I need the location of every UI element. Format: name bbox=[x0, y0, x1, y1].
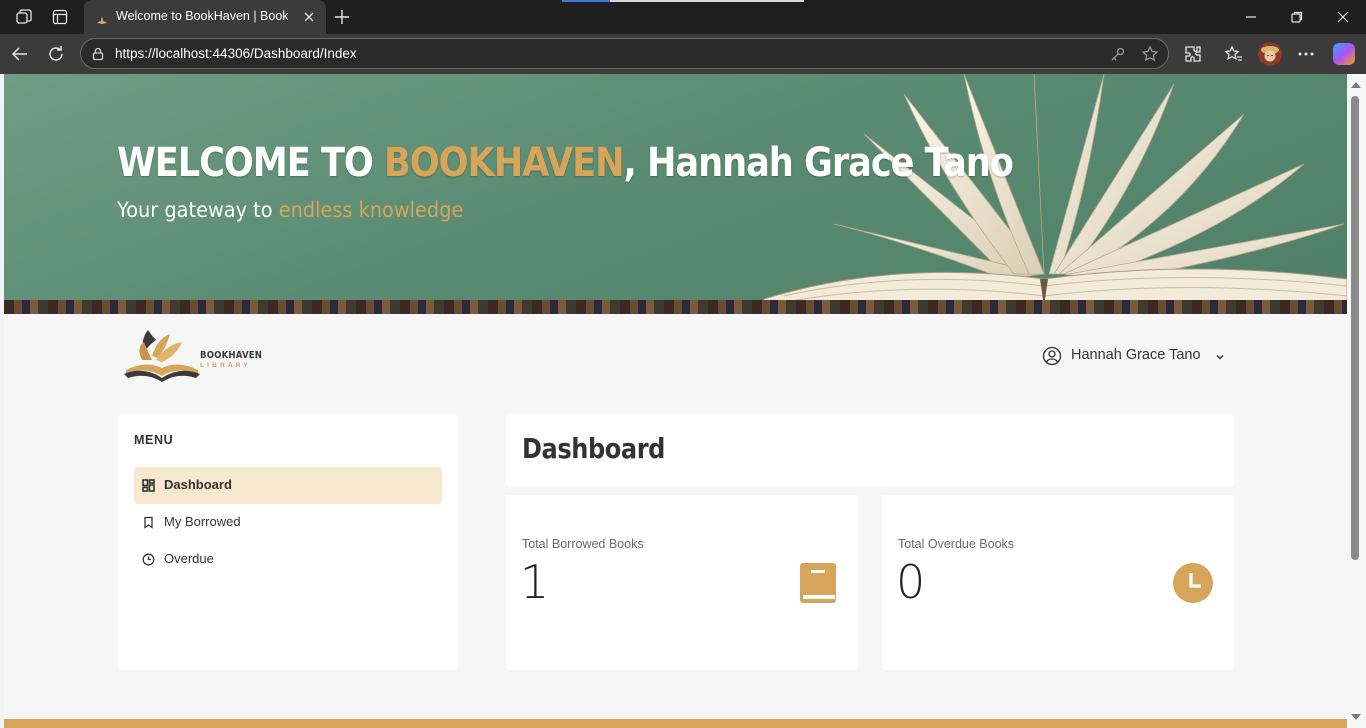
hero-title-prefix: WELCOME TO bbox=[117, 140, 384, 186]
logo-subtitle: LIBRARY bbox=[200, 362, 252, 369]
hero-subtitle: Your gateway to endless knowledge bbox=[117, 198, 463, 222]
page-scrollbar[interactable] bbox=[1347, 74, 1366, 728]
new-tab-icon[interactable] bbox=[332, 7, 352, 27]
refresh-icon[interactable] bbox=[45, 43, 67, 65]
stat-label: Total Borrowed Books bbox=[522, 537, 644, 551]
stat-value: 0 bbox=[896, 555, 926, 609]
hero-subtitle-accent: endless knowledge bbox=[278, 198, 464, 222]
hero-subtitle-prefix: Your gateway to bbox=[117, 198, 279, 222]
sidebar-item-my-borrowed[interactable]: My Borrowed bbox=[134, 504, 442, 541]
bookhaven-favicon-icon bbox=[96, 12, 108, 24]
dashboard-icon bbox=[142, 479, 155, 492]
user-circle-icon bbox=[1042, 346, 1062, 366]
browser-toolbar: https://localhost:44306/Dashboard/Index bbox=[0, 34, 1366, 74]
back-icon[interactable] bbox=[9, 43, 31, 65]
stat-label: Total Overdue Books bbox=[898, 537, 1015, 551]
scroll-down-icon[interactable] bbox=[1351, 714, 1361, 720]
tab-actions-icon[interactable] bbox=[50, 7, 70, 27]
footer-strip bbox=[4, 719, 1347, 728]
extensions-icon[interactable] bbox=[1183, 44, 1203, 64]
hero-title: WELCOME TO BOOKHAVEN, Hannah Grace Tano bbox=[117, 140, 1014, 186]
page-viewport: WELCOME TO BOOKHAVEN, Hannah Grace Tano … bbox=[4, 74, 1347, 728]
sidebar-item-label: Overdue bbox=[164, 551, 214, 566]
hero-banner: WELCOME TO BOOKHAVEN, Hannah Grace Tano … bbox=[4, 74, 1347, 314]
bookhaven-logo[interactable]: BOOKHAVEN LIBRARY bbox=[122, 326, 262, 384]
book-icon bbox=[798, 562, 838, 604]
browser-titlebar: Welcome to BookHaven | BookHa bbox=[0, 0, 1366, 34]
copilot-icon[interactable] bbox=[1333, 43, 1355, 65]
tab-title: Welcome to BookHaven | BookHa bbox=[116, 9, 288, 23]
sidebar-item-label: Dashboard bbox=[164, 477, 232, 492]
bookshelf-strip bbox=[4, 300, 1347, 314]
close-tab-icon[interactable] bbox=[301, 9, 317, 25]
scroll-up-icon[interactable] bbox=[1351, 82, 1361, 88]
sidebar-menu: MENU Dashboard My Borrowed Overdue bbox=[118, 414, 458, 670]
stat-value: 1 bbox=[520, 555, 550, 609]
page-header-card: Dashboard bbox=[506, 414, 1234, 487]
open-book-illustration bbox=[753, 74, 1347, 314]
key-icon[interactable] bbox=[1109, 45, 1127, 63]
more-options-icon[interactable] bbox=[1296, 44, 1316, 64]
stat-card-borrowed: Total Borrowed Books 1 bbox=[506, 495, 858, 670]
chevron-down-icon bbox=[1214, 350, 1226, 362]
logo-book-icon bbox=[124, 330, 200, 382]
profile-avatar[interactable] bbox=[1258, 42, 1282, 66]
restore-icon[interactable] bbox=[1287, 7, 1307, 27]
sidebar-item-label: My Borrowed bbox=[164, 514, 241, 529]
logo-name: BOOKHAVEN bbox=[200, 350, 263, 361]
menu-title: MENU bbox=[134, 433, 174, 447]
user-name: Hannah Grace Tano bbox=[1071, 347, 1201, 363]
url-text[interactable]: https://localhost:44306/Dashboard/Index bbox=[115, 46, 357, 61]
favorite-star-icon[interactable] bbox=[1141, 45, 1159, 63]
hero-title-user: , Hannah Grace Tano bbox=[623, 140, 1013, 186]
browser-tab-active[interactable]: Welcome to BookHaven | BookHa bbox=[84, 0, 326, 34]
clock-icon bbox=[142, 553, 155, 566]
workspaces-icon[interactable] bbox=[14, 7, 34, 27]
hero-title-brand: BOOKHAVEN bbox=[383, 140, 625, 186]
minimize-icon[interactable] bbox=[1241, 7, 1261, 27]
close-window-icon[interactable] bbox=[1333, 7, 1353, 27]
scrollbar-thumb[interactable] bbox=[1351, 96, 1359, 560]
sidebar-item-dashboard[interactable]: Dashboard bbox=[134, 467, 442, 504]
clock-icon bbox=[1172, 562, 1213, 604]
address-bar[interactable]: https://localhost:44306/Dashboard/Index bbox=[80, 38, 1169, 69]
sidebar-item-overdue[interactable]: Overdue bbox=[134, 541, 442, 578]
page-load-indicator bbox=[562, 0, 804, 2]
stat-card-overdue: Total Overdue Books 0 bbox=[882, 495, 1234, 670]
site-info-icon[interactable] bbox=[90, 46, 106, 62]
page-title: Dashboard bbox=[522, 432, 665, 465]
bookmark-icon bbox=[142, 516, 155, 529]
favorites-icon[interactable] bbox=[1224, 44, 1244, 64]
